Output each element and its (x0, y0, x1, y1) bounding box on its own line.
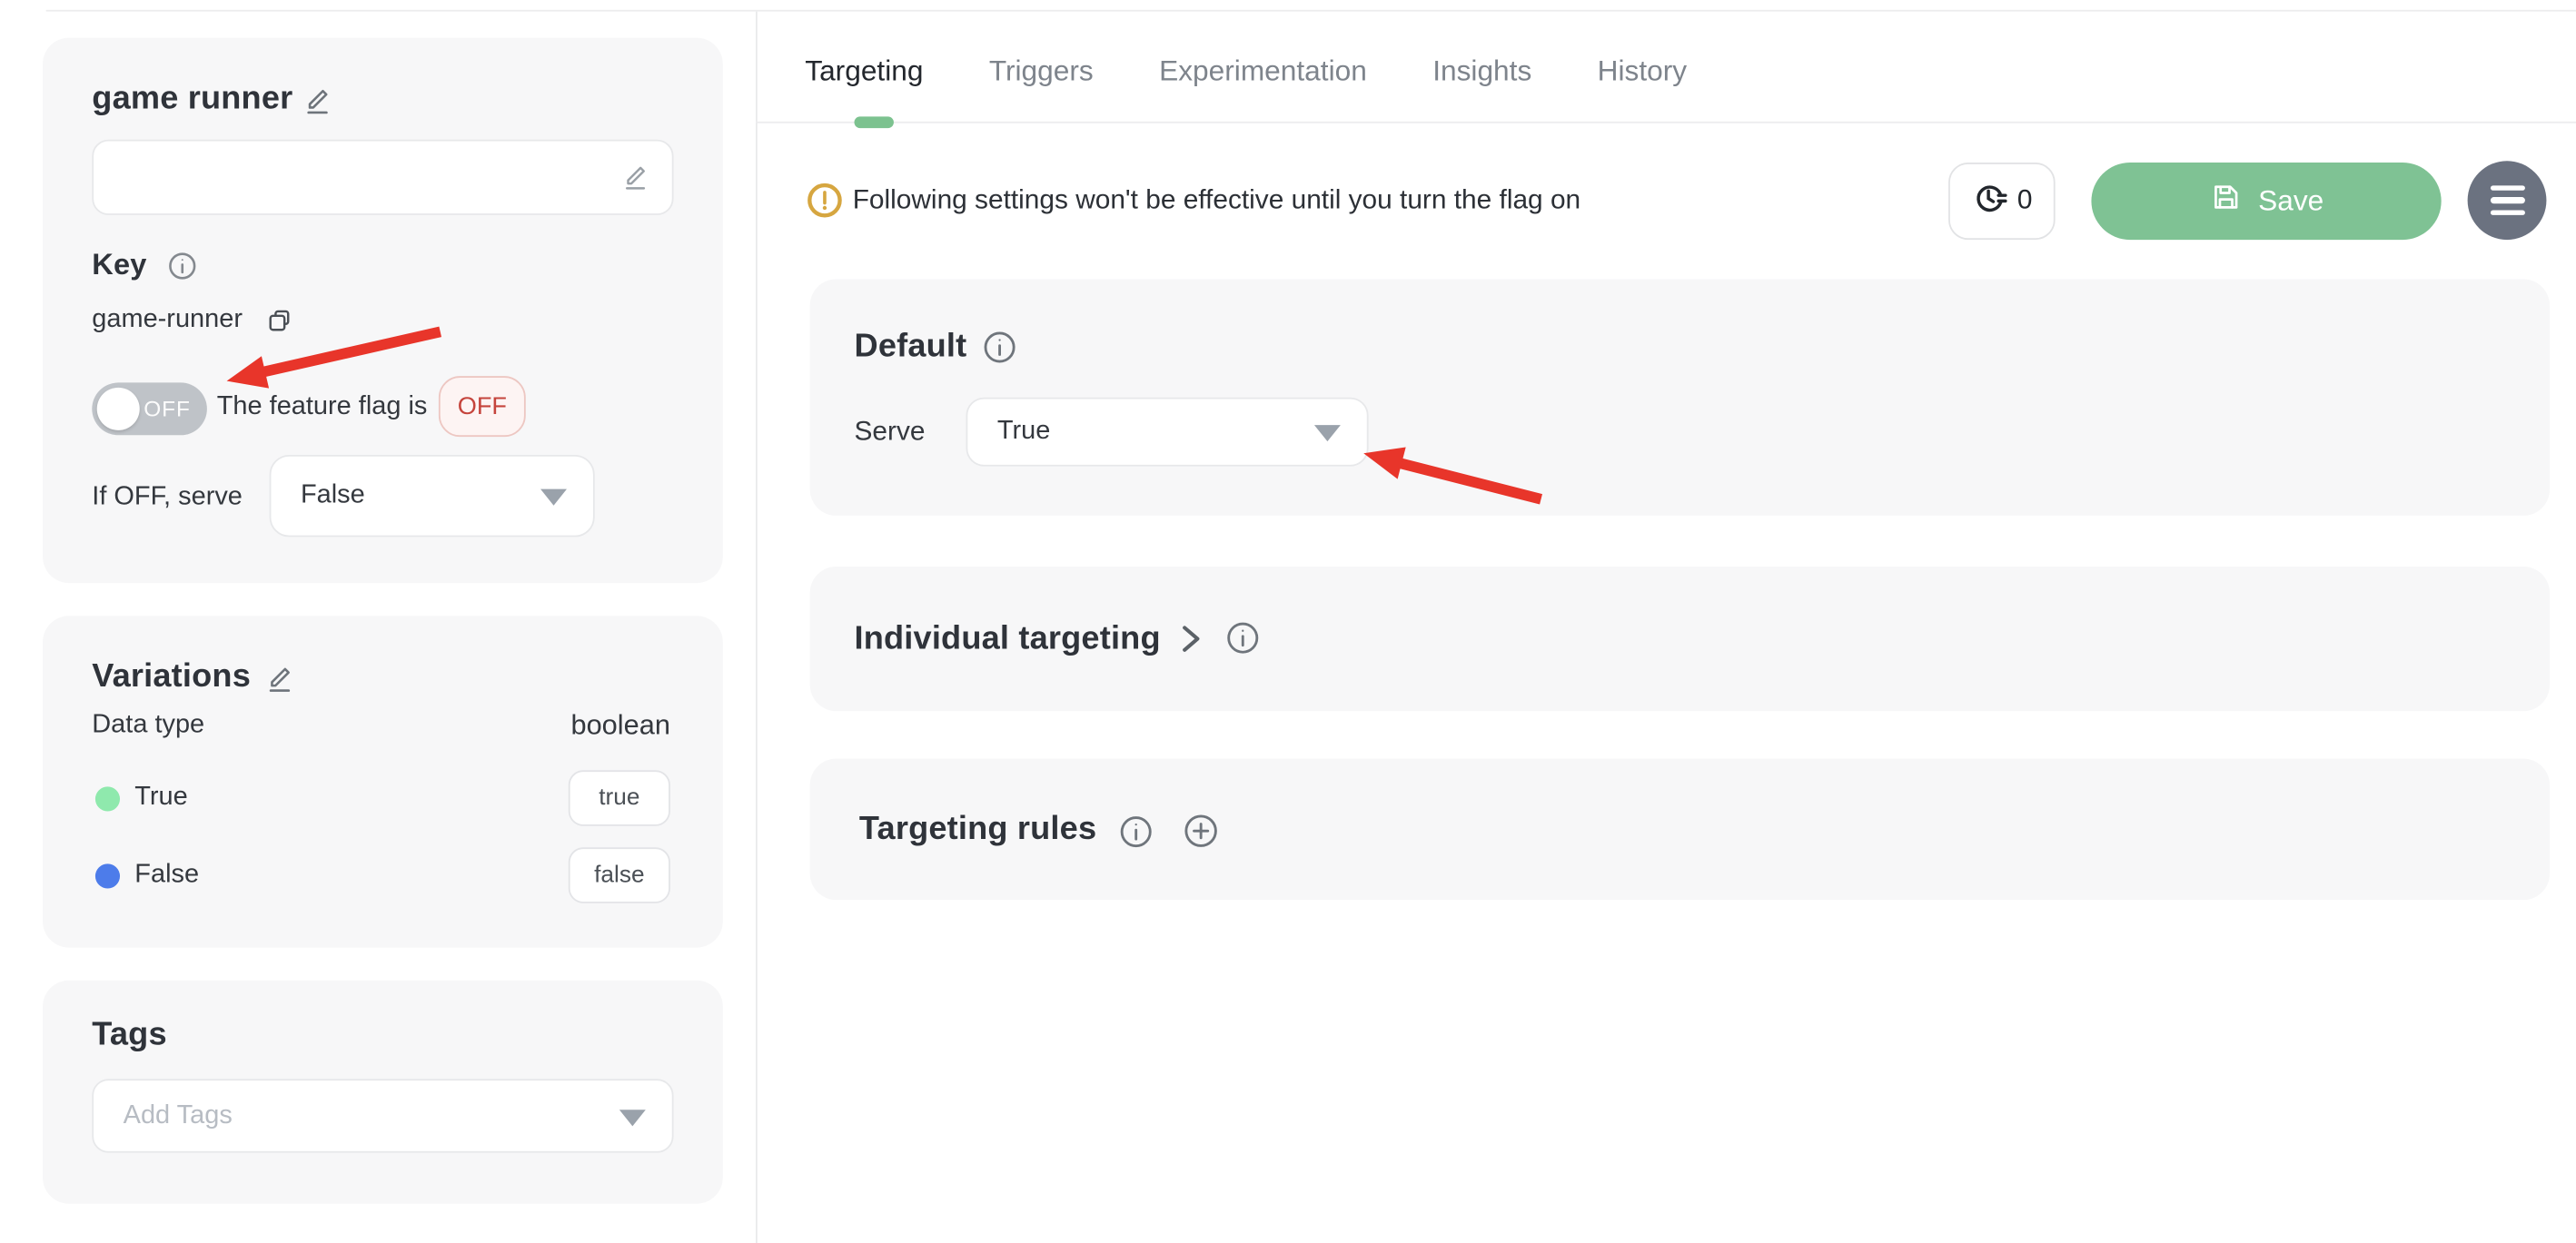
toggle-knob (97, 388, 140, 430)
tags-title: Tags (92, 1017, 166, 1055)
data-type-label: Data type (92, 711, 204, 741)
caret-down-icon (619, 1109, 646, 1125)
false-variation-label: False (134, 861, 199, 891)
sidebar: game runner Key (0, 0, 756, 1243)
chevron-right-icon[interactable] (1178, 624, 1204, 662)
save-button[interactable]: Save (2091, 163, 2441, 240)
tags-card: Tags Add Tags (43, 981, 723, 1204)
data-type-value: boolean (570, 709, 669, 742)
tab-triggers[interactable]: Triggers (989, 54, 1094, 89)
more-actions-button[interactable] (2468, 161, 2547, 240)
flag-status-badge: OFF (439, 376, 526, 437)
tab-insights[interactable]: Insights (1432, 54, 1531, 89)
copy-key-icon[interactable] (264, 305, 294, 343)
serve-when-off-select[interactable]: False (270, 455, 595, 537)
key-label: Key (92, 248, 146, 282)
tab-bar: Targeting Triggers Experimentation Insig… (805, 54, 1687, 89)
pending-clock-icon (1971, 178, 2009, 224)
true-variation-dot (95, 786, 120, 811)
false-variation-dot (95, 863, 120, 888)
false-variation-value: false (569, 847, 670, 903)
flag-key-value: game-runner (92, 305, 243, 335)
save-label: Save (2258, 184, 2323, 219)
edit-description-icon[interactable] (621, 163, 651, 201)
flag-status-text: The feature flag is (217, 392, 428, 422)
toggle-state-label: OFF (144, 397, 191, 421)
pending-count: 0 (2017, 185, 2033, 216)
caret-down-icon (1314, 425, 1341, 441)
serve-when-off-value: False (301, 481, 365, 511)
individual-targeting-title: Individual targeting (855, 621, 1161, 659)
main-content: Targeting Triggers Experimentation Insig… (756, 0, 2576, 1243)
add-tags-placeholder: Add Tags (124, 1101, 233, 1131)
individual-targeting-card[interactable]: Individual targeting (810, 567, 2550, 711)
active-tab-indicator (855, 116, 894, 128)
default-rule-card: Default Serve True (810, 279, 2550, 515)
edit-flag-name-icon[interactable] (302, 85, 333, 124)
true-variation-label: True (134, 784, 187, 814)
true-variation-value: true (569, 770, 670, 825)
tab-targeting[interactable]: Targeting (805, 54, 923, 89)
default-serve-select[interactable]: True (966, 398, 1368, 467)
warning-text: Following settings won't be effective un… (853, 185, 1580, 216)
add-rule-icon[interactable] (1183, 813, 1219, 857)
hamburger-icon (2490, 185, 2524, 215)
tab-bar-divider (756, 122, 2576, 123)
default-serve-value: True (997, 417, 1050, 447)
warning-icon (807, 183, 843, 227)
targeting-rules-info-icon[interactable] (1119, 814, 1154, 857)
variations-card: Variations Data type boolean True true F… (43, 616, 723, 947)
individual-targeting-info-icon[interactable] (1225, 621, 1260, 664)
edit-variations-icon[interactable] (264, 664, 295, 703)
flag-name-title: game runner (92, 81, 292, 119)
feature-flag-page: game runner Key (0, 0, 2576, 1243)
serve-when-off-label: If OFF, serve (92, 483, 243, 513)
variations-title: Variations (92, 658, 251, 696)
add-tags-select[interactable]: Add Tags (92, 1079, 673, 1152)
targeting-rules-title: Targeting rules (859, 811, 1096, 849)
tab-experimentation[interactable]: Experimentation (1159, 54, 1367, 89)
caret-down-icon (540, 489, 567, 506)
tab-history[interactable]: History (1598, 54, 1687, 89)
save-icon (2209, 181, 2242, 222)
default-info-icon[interactable] (983, 330, 1017, 373)
default-title: Default (855, 329, 967, 367)
serve-label: Serve (855, 417, 926, 448)
key-info-icon[interactable] (167, 252, 197, 290)
flag-toggle[interactable]: OFF (92, 382, 207, 435)
pending-changes-button[interactable]: 0 (1948, 163, 2056, 240)
targeting-rules-card: Targeting rules (810, 759, 2550, 901)
flag-description-input[interactable] (92, 140, 673, 215)
flag-summary-card: game runner Key (43, 38, 723, 583)
